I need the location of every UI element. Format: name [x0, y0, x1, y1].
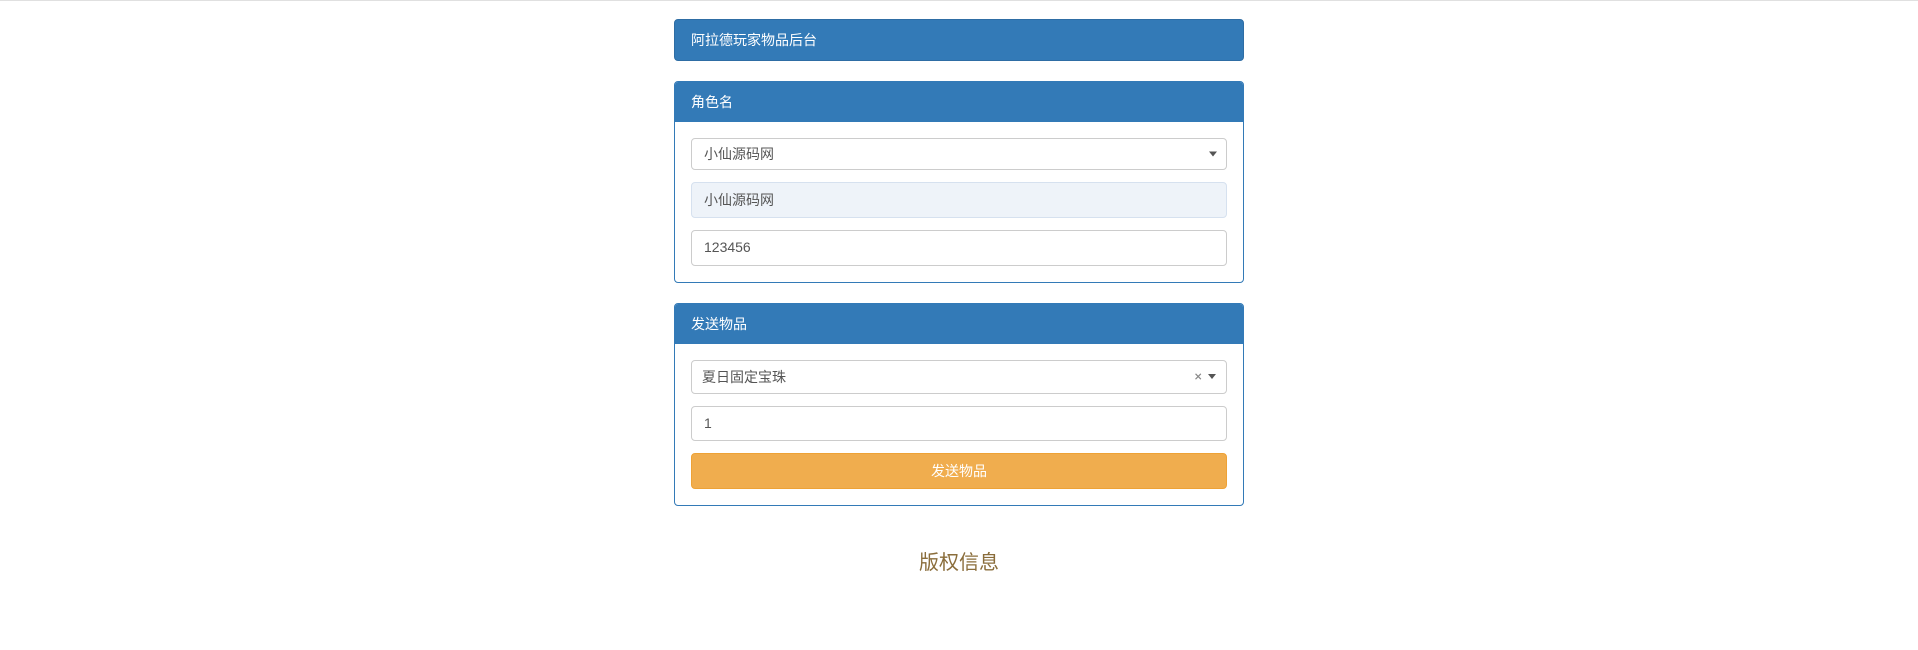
item-combobox[interactable]: 夏日固定宝珠 ×	[691, 360, 1227, 394]
chevron-down-icon[interactable]	[1208, 374, 1216, 379]
item-selected-value: 夏日固定宝珠	[702, 367, 1195, 387]
character-select-wrapper[interactable]: 小仙源码网	[691, 138, 1227, 170]
character-name-display: 小仙源码网	[691, 182, 1227, 218]
character-panel: 角色名 小仙源码网 小仙源码网	[674, 81, 1244, 283]
character-select[interactable]: 小仙源码网	[691, 138, 1227, 170]
clear-icon[interactable]: ×	[1195, 369, 1202, 385]
quantity-input[interactable]	[691, 406, 1227, 442]
send-item-panel-title: 发送物品	[691, 317, 747, 333]
send-button-label: 发送物品	[931, 463, 987, 479]
send-item-button[interactable]: 发送物品	[691, 453, 1227, 489]
footer: 版权信息	[674, 546, 1244, 575]
send-item-panel-header: 发送物品	[675, 304, 1243, 344]
send-item-panel: 发送物品 夏日固定宝珠 × 发送物品	[674, 303, 1244, 507]
page-title: 阿拉德玩家物品后台	[691, 33, 817, 49]
page-title-banner: 阿拉德玩家物品后台	[674, 19, 1244, 61]
copyright-text: 版权信息	[919, 550, 999, 574]
character-name-value: 小仙源码网	[704, 193, 774, 209]
character-panel-title: 角色名	[691, 95, 733, 111]
character-panel-header: 角色名	[675, 82, 1243, 122]
character-id-input[interactable]	[691, 230, 1227, 266]
